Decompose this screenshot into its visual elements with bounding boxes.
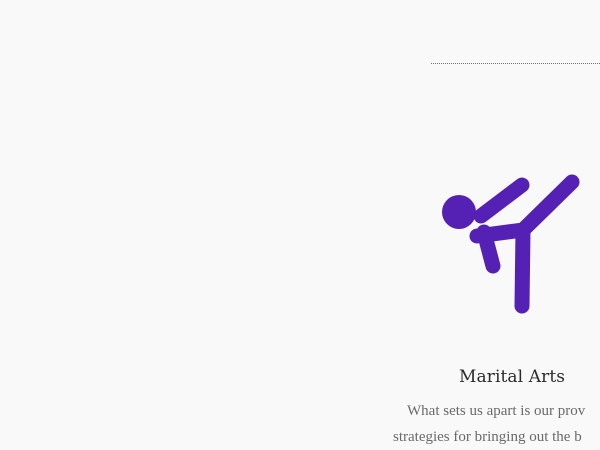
section-divider — [431, 63, 600, 64]
service-title: Marital Arts — [459, 367, 566, 387]
service-description-line-1: What sets us apart is our prov — [407, 403, 586, 419]
service-description-line-2: strategies for bringing out the b — [393, 429, 582, 445]
martial-arts-kick-icon — [436, 168, 586, 323]
service-description: What sets us apart is our prov strategie… — [393, 398, 600, 450]
